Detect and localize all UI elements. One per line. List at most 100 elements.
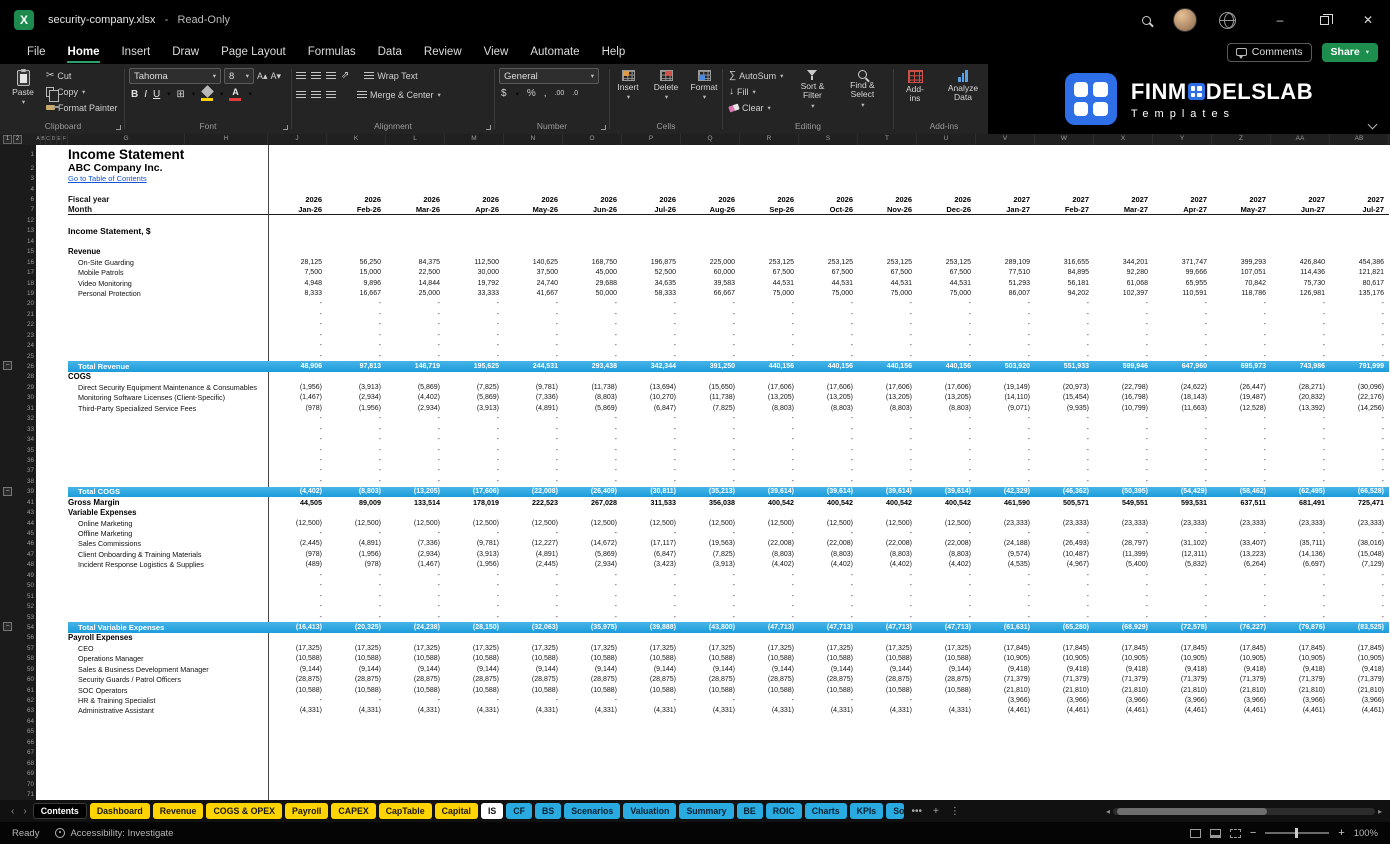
cell-r7-c13[interactable]: Jan-27: [976, 205, 1035, 216]
sheet-tab-capex[interactable]: CAPEX: [331, 803, 376, 819]
menu-tab-home[interactable]: Home: [57, 40, 111, 64]
row-label-1[interactable]: Income Statement: [68, 145, 268, 163]
sheet-tab-payroll[interactable]: Payroll: [285, 803, 329, 819]
row-header-17[interactable]: 17: [20, 267, 36, 277]
cell-r46-c14[interactable]: (26,493): [1035, 539, 1094, 549]
cell-r59-c11[interactable]: (9,144): [858, 664, 917, 674]
cell-r17-c19[interactable]: 121,821: [1330, 267, 1389, 277]
cell-r33-c5[interactable]: -: [504, 424, 563, 434]
cell-r35-c6[interactable]: -: [563, 445, 622, 455]
column-header-J[interactable]: J: [268, 134, 327, 145]
cell-r44-c15[interactable]: (23,333): [1094, 518, 1153, 528]
cell-r6-c14[interactable]: 2027: [1035, 194, 1094, 204]
zoom-level[interactable]: 100%: [1354, 828, 1378, 839]
cell-r46-c15[interactable]: (28,797): [1094, 539, 1153, 549]
cell-r33-c8[interactable]: -: [681, 424, 740, 434]
cell-r18-c13[interactable]: 51,293: [976, 278, 1035, 288]
cell-r18-c15[interactable]: 61,068: [1094, 278, 1153, 288]
cell-r41-c8[interactable]: 356,038: [681, 497, 740, 507]
cell-r20-c1[interactable]: -: [268, 299, 327, 309]
cell-r36-c19[interactable]: -: [1330, 455, 1389, 465]
sheet-tab-cogs-opex[interactable]: COGS & OPEX: [206, 803, 283, 819]
cell-r39-c17[interactable]: (58,462): [1212, 486, 1271, 497]
cell-r36-c4[interactable]: -: [445, 455, 504, 465]
column-header-X[interactable]: X: [1094, 134, 1153, 145]
cell-r48-c18[interactable]: (6,697): [1271, 560, 1330, 570]
cell-r48-c16[interactable]: (5,832): [1153, 560, 1212, 570]
cell-r47-c9[interactable]: (8,803): [740, 549, 799, 559]
cell-r63-c17[interactable]: (4,461): [1212, 706, 1271, 716]
cell-r17-c18[interactable]: 114,436: [1271, 267, 1330, 277]
page-layout-view-button[interactable]: [1209, 828, 1221, 838]
row-header-46[interactable]: 46: [20, 539, 36, 549]
cell-r35-c4[interactable]: -: [445, 445, 504, 455]
cell-r36-c11[interactable]: -: [858, 455, 917, 465]
cell-r17-c11[interactable]: 67,500: [858, 267, 917, 277]
cell-r24-c10[interactable]: -: [799, 340, 858, 350]
cell-r44-c10[interactable]: (12,500): [799, 518, 858, 528]
cell-r6-c4[interactable]: 2026: [445, 194, 504, 204]
cell-r41-c4[interactable]: 178,019: [445, 497, 504, 507]
cell-r54-c14[interactable]: (65,280): [1035, 622, 1094, 633]
row-label-70[interactable]: [68, 779, 268, 789]
cell-r41-c16[interactable]: 593,531: [1153, 497, 1212, 507]
merge-center-button[interactable]: Merge & Center ▾: [355, 87, 443, 102]
cell-r31-c1[interactable]: (978): [268, 403, 327, 413]
column-header-O[interactable]: O: [563, 134, 622, 145]
cell-r16-c19[interactable]: 454,386: [1330, 257, 1389, 267]
cell-r24-c6[interactable]: -: [563, 340, 622, 350]
cell-r24-c14[interactable]: -: [1035, 340, 1094, 350]
cell-r34-c16[interactable]: -: [1153, 434, 1212, 444]
cell-r29-c4[interactable]: (7,825): [445, 382, 504, 392]
cell-r49-c10[interactable]: -: [799, 570, 858, 580]
cell-r58-c7[interactable]: (10,588): [622, 654, 681, 664]
cell-r49-c2[interactable]: -: [327, 570, 386, 580]
cell-r47-c11[interactable]: (8,803): [858, 549, 917, 559]
cell-r16-c18[interactable]: 426,840: [1271, 257, 1330, 267]
cell-r41-c18[interactable]: 681,491: [1271, 497, 1330, 507]
cell-r54-c12[interactable]: (47,713): [917, 622, 976, 633]
cell-r33-c18[interactable]: -: [1271, 424, 1330, 434]
cell-r20-c11[interactable]: -: [858, 299, 917, 309]
cell-r30-c10[interactable]: (13,205): [799, 393, 858, 403]
row-label-18[interactable]: Video Monitoring: [68, 278, 268, 288]
cell-r60-c7[interactable]: (28,875): [622, 674, 681, 684]
excel-app-icon[interactable]: X: [14, 10, 34, 30]
cell-r38-c8[interactable]: -: [681, 476, 740, 486]
cell-r44-c13[interactable]: (23,333): [976, 518, 1035, 528]
cell-r34-c6[interactable]: -: [563, 434, 622, 444]
cell-r38-c14[interactable]: -: [1035, 476, 1094, 486]
cell-r54-c19[interactable]: (83,525): [1330, 622, 1389, 633]
cell-r38-c17[interactable]: -: [1212, 476, 1271, 486]
row-header-1[interactable]: 1: [20, 145, 36, 163]
cell-r25-c18[interactable]: -: [1271, 351, 1330, 361]
cell-r6-c9[interactable]: 2026: [740, 194, 799, 204]
cell-r48-c14[interactable]: (4,967): [1035, 560, 1094, 570]
cell-r6-c1[interactable]: 2026: [268, 194, 327, 204]
cell-r34-c2[interactable]: -: [327, 434, 386, 444]
cell-r7-c9[interactable]: Sep-26: [740, 205, 799, 216]
row-label-50[interactable]: [68, 581, 268, 591]
fill-color-button[interactable]: [200, 85, 214, 101]
cell-r61-c6[interactable]: (10,588): [563, 685, 622, 695]
cell-r6-c5[interactable]: 2026: [504, 194, 563, 204]
cell-r38-c7[interactable]: -: [622, 476, 681, 486]
row-label-69[interactable]: [68, 768, 268, 778]
cell-r16-c13[interactable]: 289,109: [976, 257, 1035, 267]
cell-r26-c17[interactable]: 695,973: [1212, 361, 1271, 372]
cell-r51-c4[interactable]: -: [445, 591, 504, 601]
cell-r62-c15[interactable]: (3,966): [1094, 695, 1153, 705]
cell-r19-c9[interactable]: 75,000: [740, 288, 799, 298]
cell-r41-c19[interactable]: 725,471: [1330, 497, 1389, 507]
cell-r20-c12[interactable]: -: [917, 299, 976, 309]
cell-r7-c10[interactable]: Oct-26: [799, 205, 858, 216]
cell-r52-c14[interactable]: -: [1035, 601, 1094, 611]
cell-r6-c17[interactable]: 2027: [1212, 194, 1271, 204]
cell-r49-c15[interactable]: -: [1094, 570, 1153, 580]
sort-filter-button[interactable]: Sort & Filter ▾: [789, 68, 835, 112]
cell-r16-c8[interactable]: 225,000: [681, 257, 740, 267]
cell-r62-c6[interactable]: -: [563, 695, 622, 705]
cell-r52-c16[interactable]: -: [1153, 601, 1212, 611]
cell-r44-c4[interactable]: (12,500): [445, 518, 504, 528]
cell-r41-c13[interactable]: 461,590: [976, 497, 1035, 507]
